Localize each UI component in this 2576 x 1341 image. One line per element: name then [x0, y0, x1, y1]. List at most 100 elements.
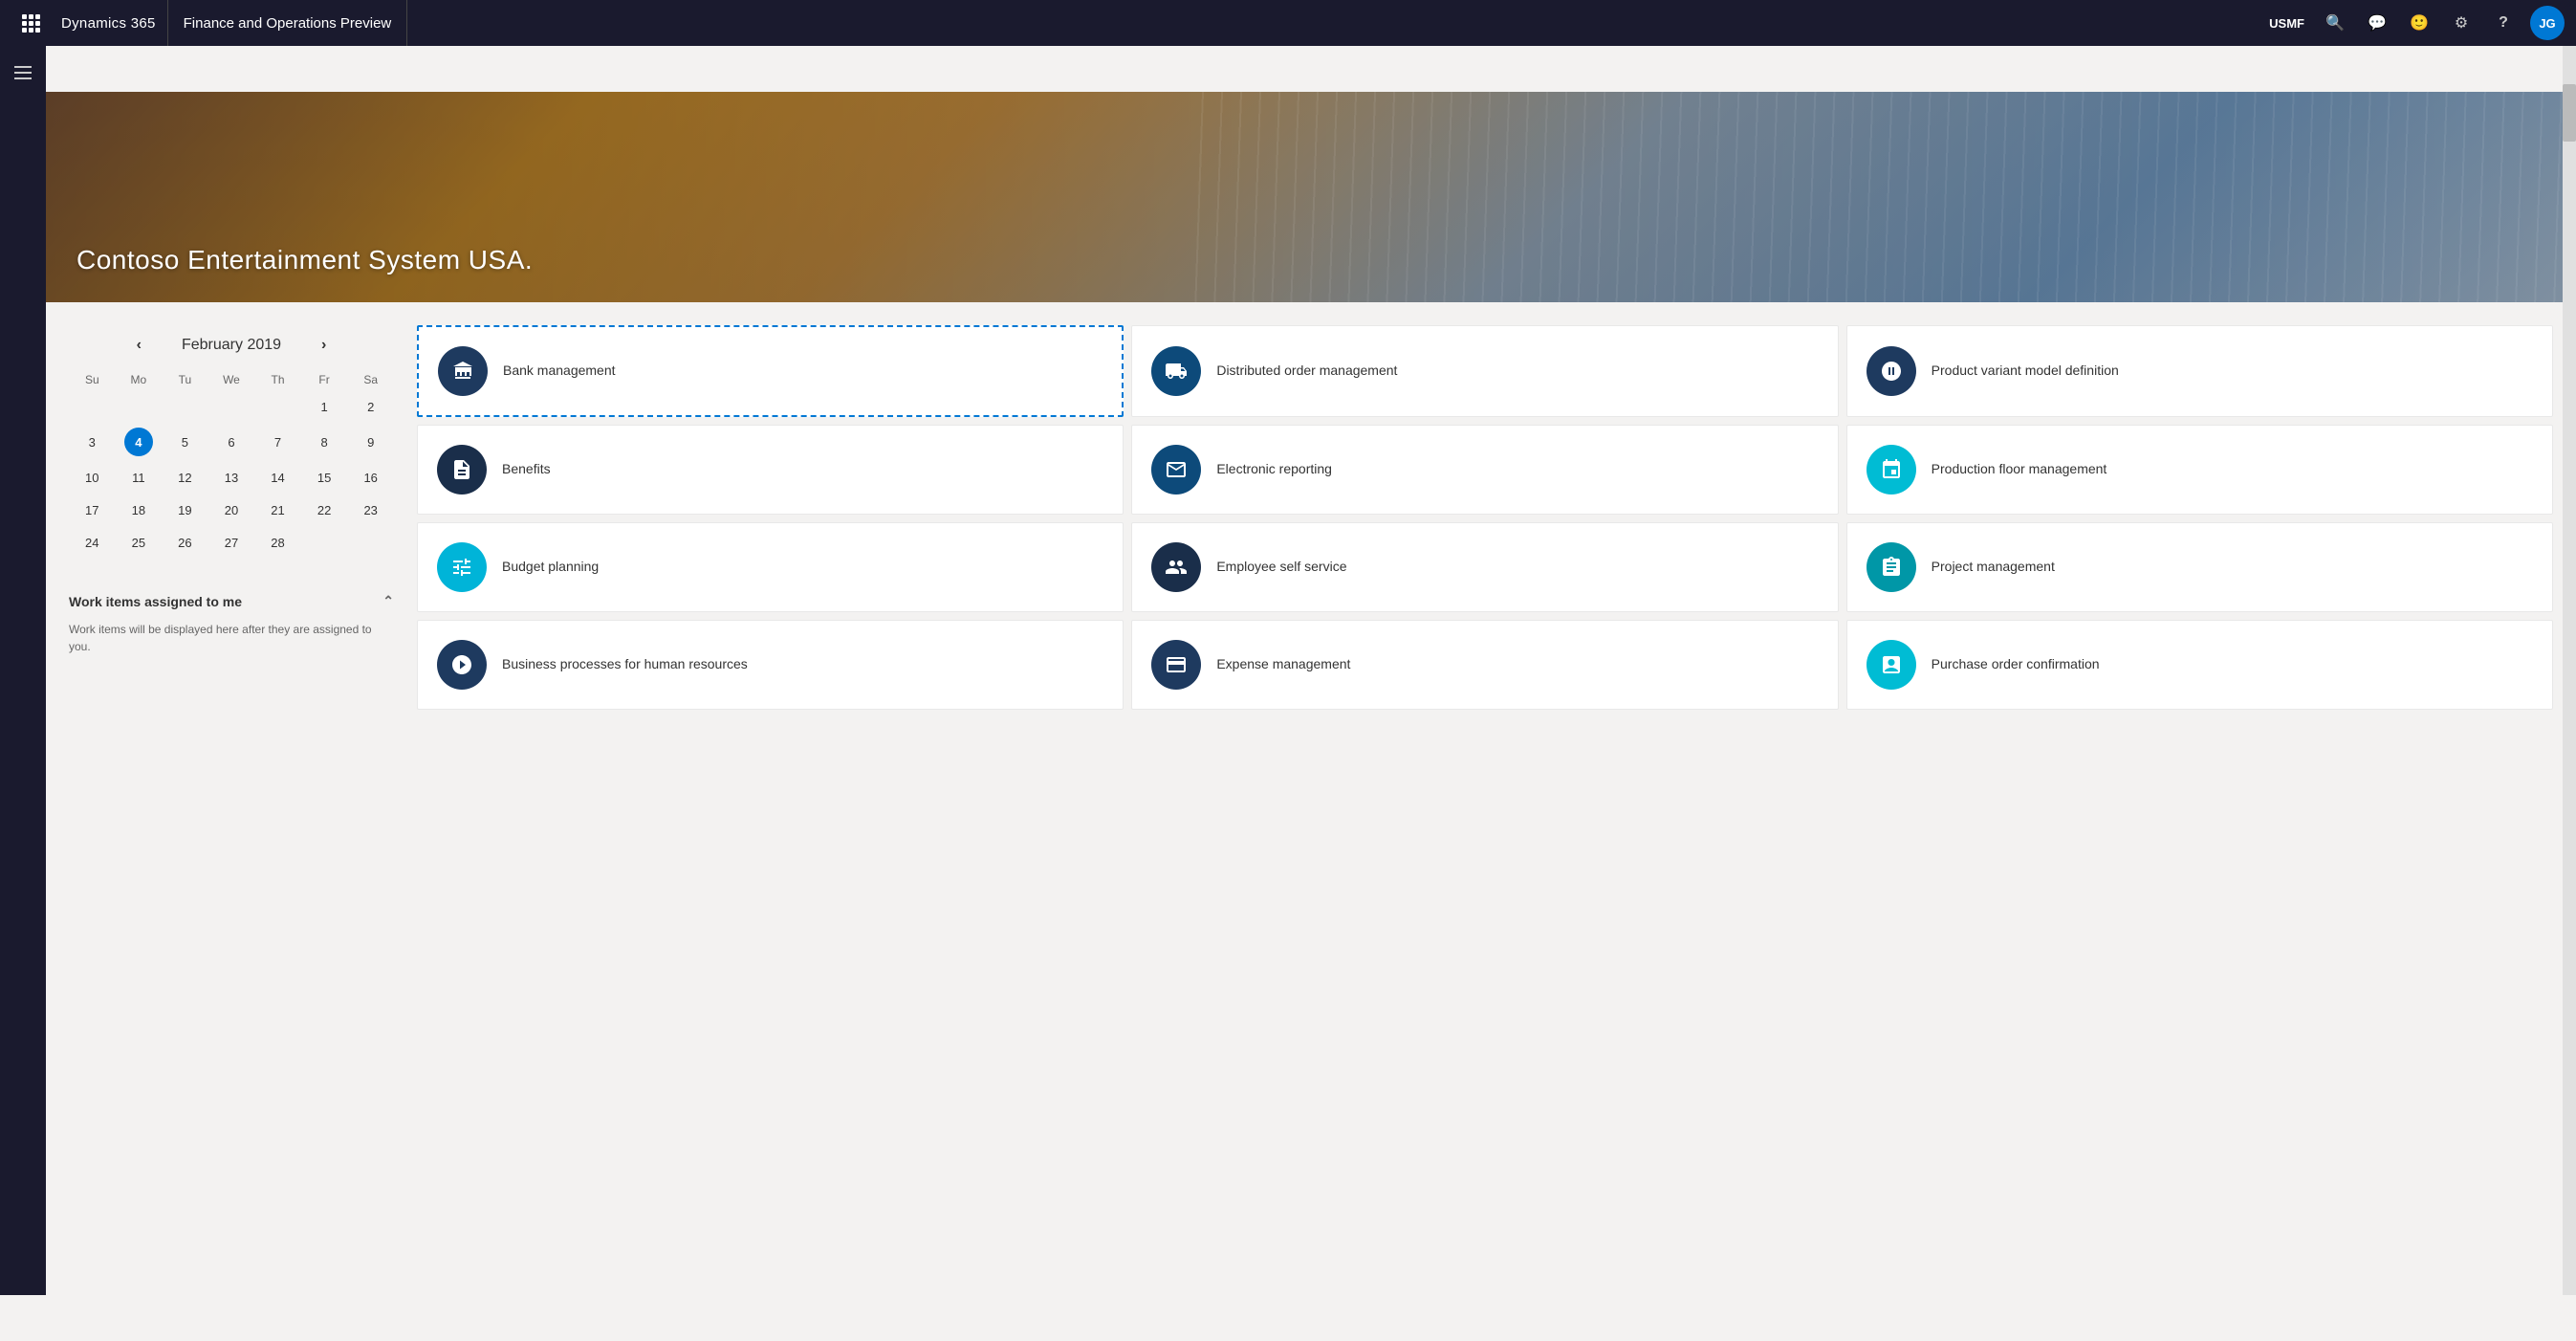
calendar-day[interactable]: 21: [254, 494, 301, 526]
calendar-day-header: Th: [254, 369, 301, 390]
calendar-day[interactable]: 14: [254, 461, 301, 494]
calendar-today[interactable]: 4: [124, 428, 153, 456]
calendar-day: [301, 526, 348, 559]
search-button[interactable]: 🔍: [2316, 0, 2354, 46]
calendar-day[interactable]: 5: [162, 423, 208, 461]
calendar-day-header: Su: [69, 369, 116, 390]
calendar-day[interactable]: 13: [208, 461, 255, 494]
calendar-day[interactable]: 8: [301, 423, 348, 461]
calendar-day[interactable]: 17: [69, 494, 116, 526]
tile-budget-planning[interactable]: Budget planning: [417, 522, 1124, 612]
calendar-month-year: February 2019: [164, 337, 298, 354]
calendar-day[interactable]: 20: [208, 494, 255, 526]
tile-icon-product-variant-model-definition: [1867, 346, 1916, 396]
tile-icon-employee-self-service: [1151, 542, 1201, 592]
tile-production-floor-management[interactable]: Production floor management: [1846, 425, 2553, 515]
calendar-day[interactable]: 15: [301, 461, 348, 494]
calendar-day[interactable]: 3: [69, 423, 116, 461]
tile-distributed-order-management[interactable]: Distributed order management: [1131, 325, 1838, 417]
hamburger-icon: [14, 66, 32, 79]
calendar-day[interactable]: 27: [208, 526, 255, 559]
calendar-day[interactable]: 7: [254, 423, 301, 461]
tile-purchase-order-confirmation[interactable]: Purchase order confirmation: [1846, 620, 2553, 710]
calendar-day-header: Fr: [301, 369, 348, 390]
calendar-day[interactable]: 11: [116, 461, 163, 494]
tile-label-electronic-reporting: Electronic reporting: [1216, 460, 1332, 479]
tile-project-management[interactable]: Project management: [1846, 522, 2553, 612]
content-area: February 2019 SuMoTuWeThFrSa 12345678910…: [46, 302, 2576, 1341]
gear-icon: ⚙: [2455, 13, 2468, 33]
feedback-button[interactable]: 🙂: [2400, 0, 2438, 46]
sidebar-hamburger-button[interactable]: [4, 54, 42, 92]
brand-section: Dynamics 365: [50, 0, 168, 46]
notifications-button[interactable]: 💬: [2358, 0, 2396, 46]
user-avatar[interactable]: JG: [2530, 6, 2565, 40]
work-items-title: Work items assigned to me: [69, 594, 242, 609]
work-items-chevron-icon: [382, 593, 394, 609]
tiles-grid: Bank management Distributed order managem…: [417, 325, 2553, 1318]
tile-expense-management[interactable]: Expense management: [1131, 620, 1838, 710]
tile-icon-production-floor-management: [1867, 445, 1916, 495]
calendar-day[interactable]: 22: [301, 494, 348, 526]
tile-employee-self-service[interactable]: Employee self service: [1131, 522, 1838, 612]
calendar-day[interactable]: 25: [116, 526, 163, 559]
chevron-left-icon: [137, 337, 142, 352]
hero-banner: Contoso Entertainment System USA.: [46, 92, 2576, 302]
calendar-day[interactable]: 23: [347, 494, 394, 526]
calendar-day[interactable]: 19: [162, 494, 208, 526]
tile-label-expense-management: Expense management: [1216, 655, 1350, 674]
calendar-day: [347, 526, 394, 559]
scrollbar-thumb[interactable]: [2563, 84, 2576, 142]
tile-label-budget-planning: Budget planning: [502, 558, 599, 577]
tile-electronic-reporting[interactable]: Electronic reporting: [1131, 425, 1838, 515]
search-icon: 🔍: [2325, 13, 2345, 33]
calendar-day[interactable]: 1: [301, 390, 348, 423]
calendar-next-button[interactable]: [314, 333, 334, 358]
tile-business-processes-human-resources[interactable]: Business processes for human resources: [417, 620, 1124, 710]
tile-icon-budget-planning: [437, 542, 487, 592]
emoji-icon: 🙂: [2410, 13, 2429, 33]
calendar-day[interactable]: 26: [162, 526, 208, 559]
tile-label-purchase-order-confirmation: Purchase order confirmation: [1932, 655, 2100, 674]
calendar-day[interactable]: 18: [116, 494, 163, 526]
calendar-day[interactable]: 12: [162, 461, 208, 494]
calendar-header: February 2019: [69, 333, 394, 358]
tile-product-variant-model-definition[interactable]: Product variant model definition: [1846, 325, 2553, 417]
calendar-day[interactable]: 4: [116, 423, 163, 461]
scrollbar-track[interactable]: [2563, 46, 2576, 1295]
calendar-day[interactable]: 10: [69, 461, 116, 494]
tile-label-distributed-order-management: Distributed order management: [1216, 362, 1397, 381]
tile-icon-benefits: [437, 445, 487, 495]
calendar-day[interactable]: 28: [254, 526, 301, 559]
tile-icon-bank-management: [438, 346, 488, 396]
calendar-day[interactable]: 24: [69, 526, 116, 559]
work-items-header[interactable]: Work items assigned to me: [69, 589, 394, 613]
hero-title: Contoso Entertainment System USA.: [76, 245, 533, 275]
help-button[interactable]: ?: [2484, 0, 2522, 46]
top-navigation: Dynamics 365 Finance and Operations Prev…: [0, 0, 2576, 46]
calendar-day[interactable]: 2: [347, 390, 394, 423]
tile-label-bank-management: Bank management: [503, 362, 616, 381]
tile-bank-management[interactable]: Bank management: [417, 325, 1124, 417]
company-selector[interactable]: USMF: [2261, 16, 2312, 31]
waffle-menu-button[interactable]: [11, 0, 50, 46]
tile-benefits[interactable]: Benefits: [417, 425, 1124, 515]
calendar-prev-button[interactable]: [129, 333, 149, 358]
tile-label-product-variant-model-definition: Product variant model definition: [1932, 362, 2119, 381]
brand-name[interactable]: Dynamics 365: [61, 15, 156, 32]
calendar-day[interactable]: 9: [347, 423, 394, 461]
calendar-day: [254, 390, 301, 423]
chevron-right-icon: [321, 337, 326, 352]
tile-label-benefits: Benefits: [502, 460, 551, 479]
calendar-day[interactable]: 16: [347, 461, 394, 494]
chat-icon: 💬: [2368, 13, 2387, 33]
calendar-day: [116, 390, 163, 423]
tile-label-project-management: Project management: [1932, 558, 2055, 577]
calendar-day[interactable]: 6: [208, 423, 255, 461]
settings-button[interactable]: ⚙: [2442, 0, 2480, 46]
main-content: Contoso Entertainment System USA. Februa…: [46, 92, 2576, 1341]
topnav-right-controls: USMF 🔍 💬 🙂 ⚙ ? JG: [2261, 0, 2565, 46]
calendar-grid: SuMoTuWeThFrSa 1234567891011121314151617…: [69, 369, 394, 559]
calendar-day-header: We: [208, 369, 255, 390]
tile-icon-project-management: [1867, 542, 1916, 592]
